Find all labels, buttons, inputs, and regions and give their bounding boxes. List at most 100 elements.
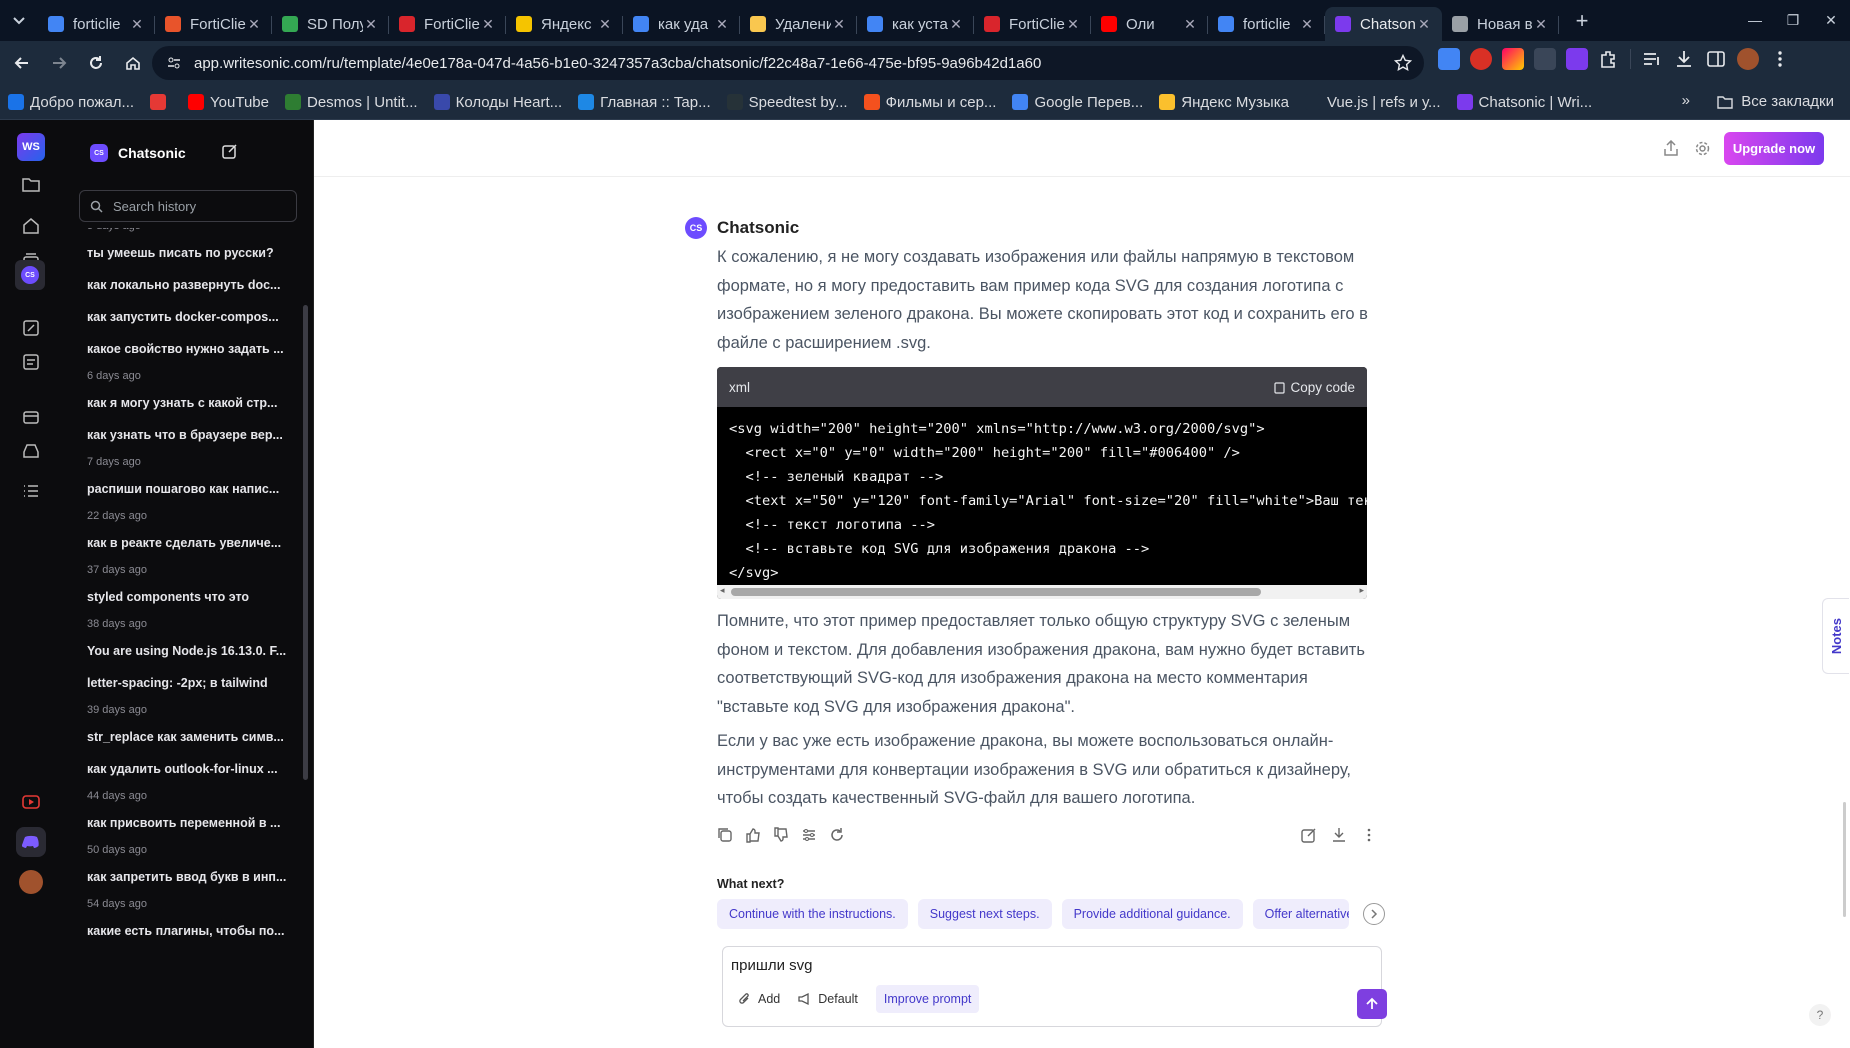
history-item[interactable]: как запретить ввод букв в инп... — [62, 861, 302, 893]
browser-tab[interactable]: Chatson ✕ — [1325, 7, 1442, 41]
bookmark-item[interactable]: Chatsonic | Wri... — [1456, 94, 1592, 111]
restore-button[interactable]: ❐ — [1774, 12, 1812, 29]
scroll-left-icon[interactable]: ◂ — [720, 585, 725, 596]
prompt-input[interactable]: пришли svg — [731, 957, 813, 974]
settings-button[interactable] — [1694, 140, 1711, 157]
tab-close-icon[interactable]: ✕ — [129, 16, 145, 33]
document-nav-icon[interactable] — [19, 350, 43, 374]
grid-extension-icon[interactable] — [1534, 48, 1556, 70]
browser-tab[interactable]: Новая в ✕ — [1442, 7, 1559, 41]
chatsonic-nav-icon[interactable]: CS — [15, 260, 45, 290]
media-control-icon[interactable] — [1641, 48, 1663, 70]
adblock-extension-icon[interactable] — [1470, 48, 1492, 70]
writesonic-logo[interactable]: WS — [17, 133, 45, 161]
history-item[interactable]: letter-spacing: -2px; в tailwind — [62, 667, 302, 699]
upgrade-button[interactable]: Upgrade now — [1724, 132, 1824, 165]
history-item[interactable]: как я могу узнать с какой стр... — [62, 387, 302, 419]
profile-avatar[interactable] — [1737, 48, 1759, 70]
bookmark-item[interactable] — [150, 94, 172, 111]
scroll-right-icon[interactable]: ▸ — [1359, 585, 1364, 596]
history-item[interactable]: какие есть плагины, чтобы по... — [62, 915, 302, 947]
folder-nav-icon[interactable] — [19, 173, 43, 197]
history-item[interactable]: как удалить outlook-for-linux ... — [62, 753, 302, 785]
suggestion-chip[interactable]: Suggest next steps. — [917, 898, 1052, 929]
wallet-nav-icon[interactable] — [19, 405, 43, 429]
tab-close-icon[interactable]: ✕ — [1182, 16, 1198, 33]
home-nav-icon[interactable] — [19, 214, 43, 238]
tab-close-icon[interactable]: ✕ — [597, 16, 613, 33]
new-chat-button[interactable] — [222, 143, 238, 159]
puzzle-icon[interactable] — [1598, 48, 1620, 70]
suggestion-chip[interactable]: Provide additional guidance. — [1061, 898, 1243, 929]
send-button[interactable] — [1357, 989, 1387, 1019]
history-item[interactable]: как присвоить переменной в ... — [62, 807, 302, 839]
new-tab-button[interactable]: + — [1565, 4, 1599, 38]
browser-tab[interactable]: FortiClie ✕ — [389, 7, 506, 41]
address-bar[interactable]: app.writesonic.com/ru/template/4e0e178a-… — [152, 46, 1424, 80]
history-item[interactable]: ты умеешь писать по русски? — [62, 237, 302, 269]
tab-close-icon[interactable]: ✕ — [480, 16, 496, 33]
history-item[interactable]: какое свойство нужно задать ... — [62, 333, 302, 365]
translate-extension-icon[interactable] — [1438, 48, 1460, 70]
history-item[interactable]: как в реакте сделать увеличе... — [62, 527, 302, 559]
tab-close-icon[interactable]: ✕ — [246, 16, 262, 33]
close-window-button[interactable]: ✕ — [1812, 12, 1850, 29]
add-button[interactable]: Add — [738, 992, 780, 1006]
history-item[interactable]: распиши пошагово как напис... — [62, 473, 302, 505]
site-info-icon[interactable] — [166, 55, 182, 71]
home-button[interactable] — [118, 48, 148, 78]
share-button[interactable] — [1663, 140, 1679, 156]
bookmark-item[interactable]: Колоды Heart... — [433, 94, 562, 111]
browser-tab[interactable]: forticlie ✕ — [38, 7, 155, 41]
tab-close-icon[interactable]: ✕ — [1533, 16, 1549, 33]
code-scroll-thumb[interactable] — [731, 588, 1261, 596]
bookmark-item[interactable]: Яндекс Музыка — [1159, 94, 1289, 111]
tab-close-icon[interactable]: ✕ — [714, 16, 730, 33]
history-search-input[interactable]: Search history — [79, 190, 297, 222]
tab-search-button[interactable] — [0, 0, 38, 41]
browser-tab[interactable]: FortiClie ✕ — [974, 7, 1091, 41]
reload-button[interactable] — [81, 48, 111, 78]
download-icon[interactable] — [1331, 827, 1347, 843]
bookmark-item[interactable]: Добро пожал... — [8, 94, 134, 111]
history-item[interactable]: You are using Node.js 16.13.0. F... — [62, 635, 302, 667]
thumbs-up-icon[interactable] — [745, 827, 761, 843]
tab-close-icon[interactable]: ✕ — [1416, 16, 1432, 33]
help-button[interactable]: ? — [1809, 1004, 1831, 1026]
side-panel-icon[interactable] — [1705, 48, 1727, 70]
bookmarks-overflow-icon[interactable]: » — [1682, 92, 1690, 109]
history-item[interactable]: styled components что это — [62, 581, 302, 613]
bookmark-item[interactable]: Google Перев... — [1012, 94, 1143, 111]
browser-tab[interactable]: Яндекс ✕ — [506, 7, 623, 41]
copy-icon[interactable] — [717, 827, 733, 843]
url-text[interactable]: app.writesonic.com/ru/template/4e0e178a-… — [194, 55, 1041, 72]
history-scrollbar[interactable] — [303, 305, 308, 780]
edit-external-icon[interactable] — [1301, 827, 1317, 843]
all-bookmarks-folder[interactable]: Все закладки — [1717, 93, 1834, 110]
suggestion-chip[interactable]: Offer alternative solutions. — [1252, 898, 1349, 929]
bookmark-item[interactable]: Desmos | Untit... — [285, 94, 418, 111]
youtube-nav-icon[interactable] — [19, 790, 43, 814]
browser-tab[interactable]: forticlie ✕ — [1208, 7, 1325, 41]
more-icon[interactable] — [1361, 827, 1377, 843]
browser-tab[interactable]: Удалени ✕ — [740, 7, 857, 41]
code-scrollbar[interactable]: ◂ ▸ — [717, 585, 1367, 599]
browser-tab[interactable]: как уда ✕ — [623, 7, 740, 41]
main-scrollbar[interactable] — [1843, 802, 1846, 917]
bookmark-item[interactable]: Speedtest by... — [726, 94, 848, 111]
sliders-icon[interactable] — [801, 827, 817, 843]
history-item[interactable]: str_replace как заменить симв... — [62, 721, 302, 753]
inbox-nav-icon[interactable] — [19, 439, 43, 463]
browser-tab[interactable]: FortiClie ✕ — [155, 7, 272, 41]
suggestion-chip[interactable]: Continue with the instructions. — [717, 898, 908, 929]
copy-code-button[interactable]: Copy code — [1274, 380, 1355, 395]
star-icon[interactable] — [1394, 54, 1412, 72]
back-button[interactable] — [7, 48, 37, 78]
thumbs-down-icon[interactable] — [773, 826, 789, 843]
history-item[interactable]: как узнать что в браузере вер... — [62, 419, 302, 451]
browser-tab[interactable]: как уста ✕ — [857, 7, 974, 41]
list-nav-icon[interactable] — [19, 479, 43, 503]
regenerate-icon[interactable] — [829, 827, 845, 843]
kebab-menu-icon[interactable] — [1769, 48, 1791, 70]
history-item[interactable]: как запустить docker-compos... — [62, 301, 302, 333]
